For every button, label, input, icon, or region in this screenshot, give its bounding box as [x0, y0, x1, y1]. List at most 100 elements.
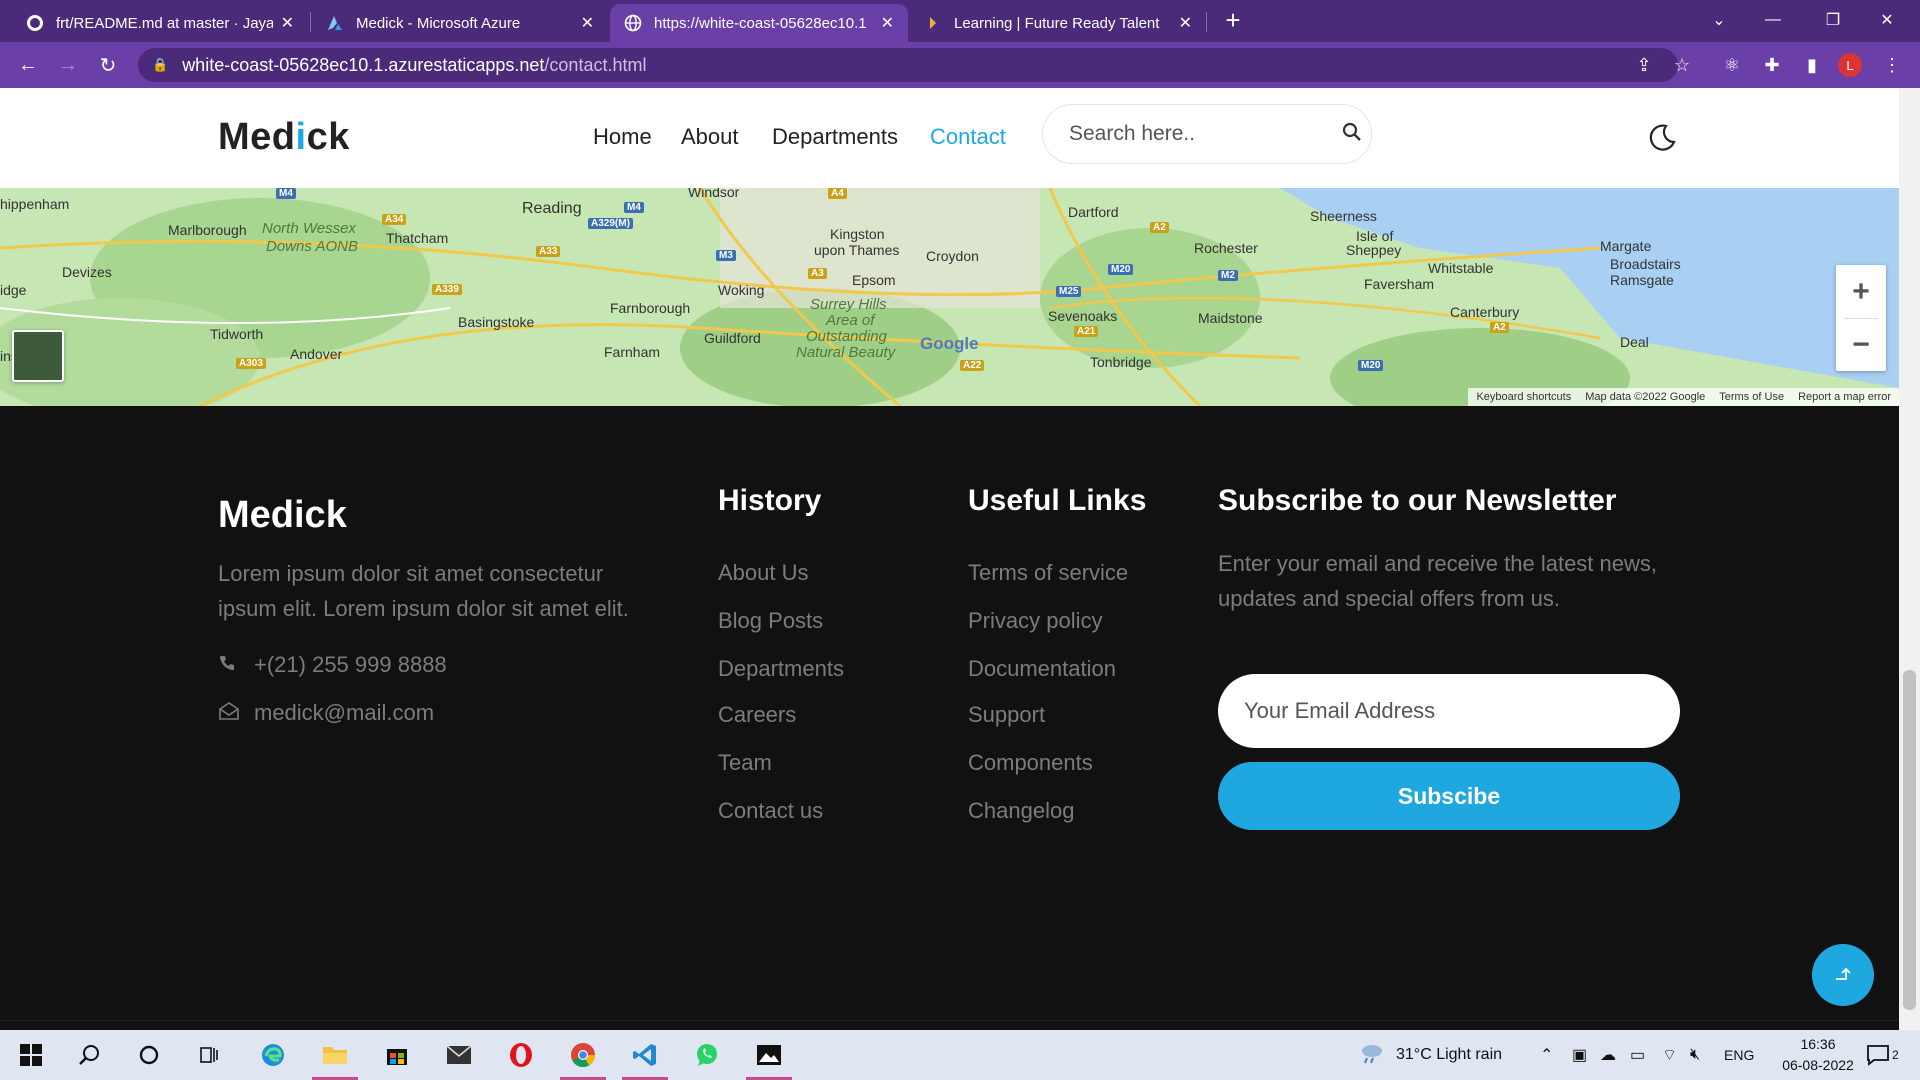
file-explorer-icon[interactable] [310, 1030, 360, 1080]
map-label: Guildford [704, 330, 761, 346]
nav-contact[interactable]: Contact [930, 124, 1006, 150]
bookmark-star-icon[interactable]: ☆ [1664, 42, 1700, 88]
subscribe-button[interactable]: Subscibe [1218, 762, 1680, 830]
page-viewport: Medick Home About Departments Contact Se… [0, 88, 1899, 1030]
back-icon[interactable]: ← [8, 42, 48, 88]
notifications-icon[interactable]: 2 [1866, 1030, 1899, 1080]
map-label: Farnborough [610, 300, 691, 316]
road-marker: A2 [1490, 322, 1509, 333]
browser-tab-active[interactable]: https://white-coast-05628ec10.1 ✕ [610, 4, 908, 42]
zoom-in-button[interactable]: + [1836, 265, 1886, 318]
report-map-error-link[interactable]: Report a map error [1798, 391, 1891, 403]
map-label: Area of [826, 312, 875, 329]
footer-phone[interactable]: +(21) 255 999 8888 [218, 652, 447, 678]
share-icon[interactable]: ⇪ [1626, 42, 1662, 88]
forward-icon[interactable]: → [48, 42, 88, 88]
language-indicator[interactable]: ENG [1724, 1030, 1754, 1080]
profile-avatar[interactable]: L [1838, 53, 1862, 77]
footer-link-documentation[interactable]: Documentation [968, 656, 1116, 682]
lock-icon: 🔒 [152, 57, 169, 72]
logo-text: Med [218, 116, 296, 158]
search-icon[interactable] [64, 1030, 114, 1080]
extensions-puzzle-icon[interactable]: ✚ [1754, 42, 1790, 88]
google-map[interactable]: hippenham Marlborough North Wessex Downs… [0, 188, 1899, 406]
search-input[interactable] [1067, 121, 1342, 147]
footer-link-departments[interactable]: Departments [718, 656, 844, 682]
close-icon[interactable]: ✕ [1179, 13, 1192, 33]
keyboard-shortcuts-link[interactable]: Keyboard shortcuts [1476, 391, 1571, 403]
close-window-icon[interactable]: ✕ [1860, 0, 1914, 40]
footer-link-privacy[interactable]: Privacy policy [968, 608, 1102, 634]
footer-link-about-us[interactable]: About Us [718, 560, 809, 586]
clock-date: 06-08-2022 [1782, 1057, 1854, 1073]
footer-email[interactable]: medick@mail.com [218, 700, 434, 726]
browser-tab[interactable]: frt/README.md at master · Jayala ✕ [12, 4, 308, 42]
chrome-icon[interactable] [558, 1030, 608, 1080]
footer-link-team[interactable]: Team [718, 750, 772, 776]
nav-departments[interactable]: Departments [772, 124, 898, 150]
footer-link-terms[interactable]: Terms of service [968, 560, 1128, 586]
wifi-icon[interactable]: ⌔ [1662, 1030, 1677, 1080]
whatsapp-icon[interactable] [682, 1030, 732, 1080]
tray-chevron-up-icon[interactable]: ⌃ [1540, 1030, 1553, 1080]
weather-widget[interactable]: 31°C Light rain [1358, 1030, 1502, 1080]
close-icon[interactable]: ✕ [581, 13, 594, 33]
map-label: Reading [522, 200, 582, 217]
vscode-icon[interactable] [620, 1030, 670, 1080]
photos-icon[interactable] [744, 1030, 794, 1080]
scrollbar-thumb[interactable] [1903, 670, 1916, 1010]
tab-title: Medick - Microsoft Azure [356, 14, 521, 32]
footer-link-blog-posts[interactable]: Blog Posts [718, 608, 823, 634]
battery-icon[interactable]: ▭ [1630, 1030, 1645, 1080]
mail-icon[interactable] [434, 1030, 484, 1080]
site-header: Medick Home About Departments Contact [0, 88, 1899, 188]
opera-icon[interactable] [496, 1030, 546, 1080]
site-footer: Medick Lorem ipsum dolor sit amet consec… [0, 406, 1899, 1030]
browser-tab[interactable]: Medick - Microsoft Azure ✕ [312, 4, 608, 42]
tab-search-icon[interactable]: ⌄ [1692, 0, 1746, 40]
site-logo[interactable]: Medick [218, 116, 350, 159]
dark-mode-moon-icon[interactable] [1646, 122, 1678, 154]
back-to-top-button[interactable] [1812, 944, 1874, 1006]
clock[interactable]: 16:36 06-08-2022 [1778, 1034, 1858, 1076]
nav-about[interactable]: About [681, 124, 739, 150]
footer-link-components[interactable]: Components [968, 750, 1093, 776]
footer-link-changelog[interactable]: Changelog [968, 798, 1074, 824]
tray-device-icon[interactable]: ▣ [1572, 1030, 1587, 1080]
restore-icon[interactable]: ❐ [1806, 0, 1860, 40]
footer-link-careers[interactable]: Careers [718, 702, 796, 728]
onedrive-cloud-icon[interactable]: ☁ [1600, 1030, 1616, 1080]
close-icon[interactable]: ✕ [281, 13, 294, 33]
volume-muted-icon[interactable]: 🔇︎ [1690, 1030, 1700, 1080]
store-icon[interactable] [372, 1030, 422, 1080]
map-label: Sevenoaks [1048, 308, 1118, 324]
minimize-icon[interactable]: — [1746, 0, 1800, 40]
road-marker: M4 [624, 202, 644, 213]
satellite-view-toggle[interactable] [12, 330, 64, 382]
search-icon[interactable] [1342, 122, 1362, 147]
react-extension-icon[interactable]: ⚛ [1714, 42, 1750, 88]
footer-link-support[interactable]: Support [968, 702, 1045, 728]
newsletter-email-input[interactable] [1218, 674, 1680, 748]
zoom-out-button[interactable]: − [1836, 318, 1886, 371]
url-host: white-coast-05628ec10.1.azurestaticapps.… [182, 54, 545, 75]
new-tab-icon[interactable]: + [1206, 0, 1260, 40]
map-attribution: Keyboard shortcuts Map data ©2022 Google… [1468, 388, 1899, 406]
tab-title: https://white-coast-05628ec10.1 [654, 14, 867, 32]
edge-icon[interactable] [248, 1030, 298, 1080]
task-view-icon[interactable] [184, 1030, 234, 1080]
map-label: Croydon [926, 248, 979, 264]
side-panel-icon[interactable]: ▮ [1794, 42, 1830, 88]
url-bar[interactable]: 🔒 white-coast-05628ec10.1.azurestaticapp… [138, 48, 1678, 82]
road-marker: M20 [1358, 360, 1384, 371]
windows-start-icon[interactable] [6, 1030, 56, 1080]
footer-link-contact-us[interactable]: Contact us [718, 798, 823, 824]
cortana-icon[interactable] [124, 1030, 174, 1080]
close-icon[interactable]: ✕ [881, 13, 894, 33]
menu-kebab-icon[interactable]: ⋮ [1874, 42, 1910, 88]
terms-of-use-link[interactable]: Terms of Use [1719, 391, 1784, 403]
browser-tab[interactable]: Learning | Future Ready Talent ✕ [910, 4, 1206, 42]
footer-logo[interactable]: Medick [218, 494, 347, 537]
nav-home[interactable]: Home [593, 124, 652, 150]
reload-icon[interactable]: ↻ [88, 42, 128, 88]
